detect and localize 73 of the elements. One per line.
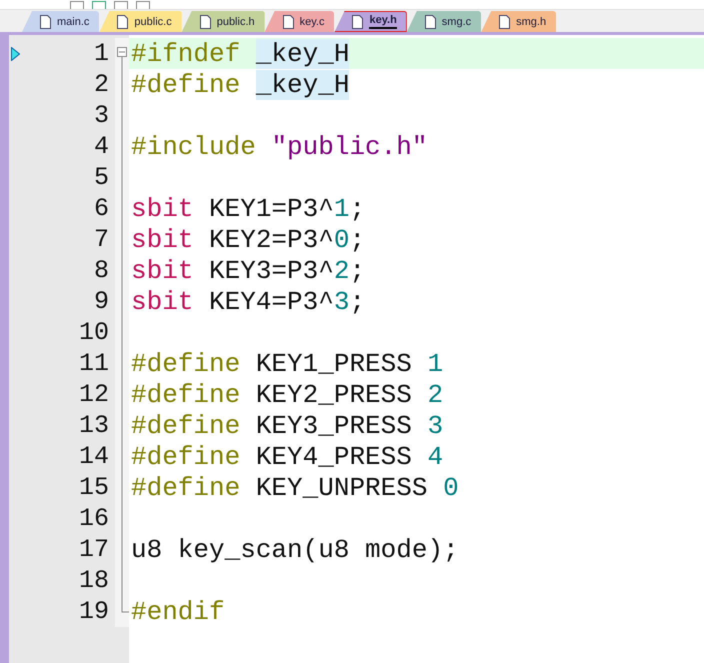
document-icon: [117, 14, 128, 28]
line-number: 16: [78, 504, 109, 533]
code-token: sbit: [131, 286, 194, 316]
code-token: #include: [131, 132, 257, 162]
code-token: ;: [349, 286, 366, 316]
code-token: 4: [427, 442, 444, 472]
document-icon: [200, 14, 211, 28]
line-number: 15: [78, 473, 109, 502]
line-number: 19: [78, 597, 109, 626]
file-tab[interactable]: key.h: [334, 11, 407, 32]
code-token: #define: [131, 442, 242, 472]
code-token: 2: [427, 380, 444, 410]
line-number: 11: [78, 349, 109, 378]
code-token: ;: [349, 224, 366, 254]
code-token: #define: [131, 472, 242, 502]
code-token: KEY3_PRESS: [256, 410, 413, 440]
code-token: ;: [349, 256, 366, 286]
file-tab[interactable]: public.h: [182, 11, 265, 32]
line-number: 8: [94, 256, 109, 285]
line-number: 3: [94, 101, 109, 130]
code-token: #define: [131, 348, 242, 378]
code-token: 2: [334, 256, 350, 286]
document-icon: [424, 14, 436, 28]
line-number: 2: [94, 70, 109, 99]
code-token: KEY4=P3^: [209, 286, 334, 316]
line-number: 4: [94, 132, 109, 161]
code-token: KEY3=P3^: [209, 256, 334, 286]
line-number: 7: [94, 225, 109, 254]
code-token: #define: [131, 410, 242, 440]
code-token: #endif: [131, 596, 225, 626]
line-number: 6: [94, 194, 109, 223]
code-token: KEY4_PRESS: [256, 442, 413, 472]
line-number: 1: [94, 39, 109, 68]
line-number: 13: [78, 411, 109, 440]
code-token: 0: [334, 224, 350, 254]
document-icon: [499, 14, 510, 28]
code-token: sbit: [131, 224, 194, 254]
line-number: 17: [78, 535, 109, 564]
line-number: 14: [78, 442, 109, 471]
line-number: 12: [78, 380, 109, 409]
code-token: sbit: [131, 256, 194, 286]
line-number: 10: [78, 318, 109, 347]
file-tab[interactable]: smg.h: [481, 11, 556, 32]
code-token: KEY2_PRESS: [256, 380, 413, 410]
line-number: 5: [94, 163, 109, 192]
code-token: 3: [334, 286, 350, 316]
file-tab[interactable]: key.c: [264, 11, 334, 32]
code-token: KEY_UNPRESS: [256, 472, 428, 502]
code-token: KEY1_PRESS: [256, 348, 413, 378]
document-icon: [282, 14, 294, 28]
code-token: 0: [443, 472, 459, 502]
code-token: _key_H: [256, 70, 350, 100]
code-token: #ifndef: [131, 38, 242, 68]
code-token: 3: [427, 410, 444, 440]
code-token: KEY2=P3^: [209, 224, 334, 254]
document-icon: [352, 14, 364, 28]
file-tab[interactable]: smg.c: [406, 11, 482, 32]
code-token: "public.h": [271, 132, 428, 162]
code-token: sbit: [131, 194, 194, 224]
code-token: _key_H: [256, 38, 350, 68]
code-token: u8 key_scan(u8 mode);: [131, 534, 459, 564]
code-token: 1: [334, 194, 350, 224]
file-tab[interactable]: public.c: [99, 11, 182, 32]
document-icon: [40, 14, 51, 28]
line-number: 9: [94, 287, 109, 316]
fold-minus-icon[interactable]: [117, 47, 127, 69]
line-number: 18: [78, 566, 109, 595]
code-token: #define: [131, 380, 242, 410]
code-token: KEY1=P3^: [209, 194, 334, 224]
code-token: 1: [427, 348, 444, 378]
code-token: ;: [349, 194, 366, 224]
file-tab[interactable]: main.c: [22, 11, 100, 32]
code-token: #define: [131, 70, 242, 100]
